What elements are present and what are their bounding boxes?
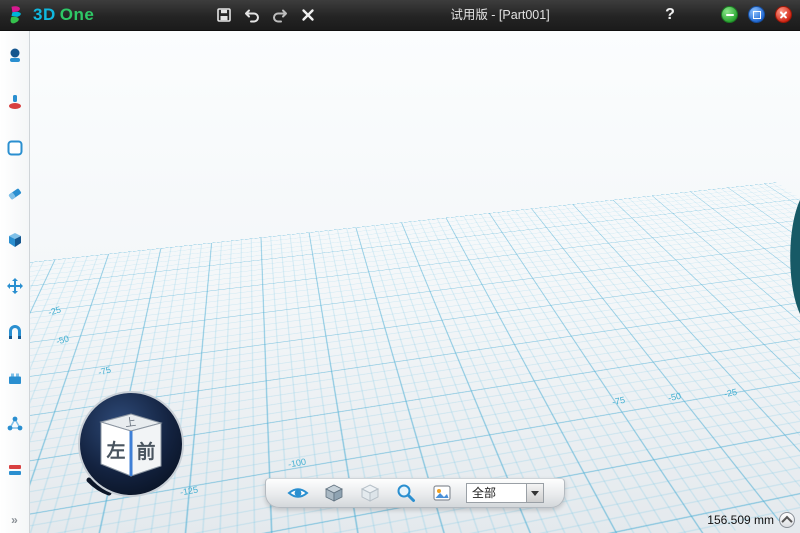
sidebar-item-primitives[interactable] <box>4 46 26 66</box>
wireframe-view-button[interactable] <box>358 481 382 505</box>
magnifier-icon <box>395 482 417 504</box>
maximize-button[interactable] <box>748 6 765 23</box>
brand-3d: 3D <box>33 5 56 24</box>
close-button[interactable] <box>775 6 792 23</box>
selection-filter-dropdown[interactable]: 全部 <box>466 483 544 503</box>
help-button[interactable]: ? <box>658 3 682 27</box>
material-icon <box>431 482 453 504</box>
sidebar-item-eraser[interactable] <box>4 184 26 204</box>
sidebar-item-move[interactable] <box>4 276 26 296</box>
view-toolbar: 全部 <box>265 478 565 508</box>
viewcube-label-front: 前 <box>136 440 155 463</box>
viewport-canvas[interactable]: -25-50-75-100-125-75-50-25 上 左 前 <box>30 30 800 533</box>
bend-tool-icon <box>5 322 25 342</box>
group-tool-icon <box>5 414 25 434</box>
window-controls <box>721 6 792 23</box>
move-tool-icon <box>5 276 25 296</box>
measure-tool-icon <box>5 460 25 480</box>
material-button[interactable] <box>430 481 454 505</box>
viewcube-label-left: 左 <box>106 439 125 462</box>
close-document-icon <box>299 6 317 24</box>
sidebar-item-assembly[interactable] <box>4 368 26 388</box>
minimize-icon <box>726 14 734 16</box>
brand-logo-icon <box>6 4 28 26</box>
stamp-tool-icon <box>5 92 25 112</box>
eye-icon <box>287 482 309 504</box>
sidebar-item-group[interactable] <box>4 414 26 434</box>
panel-handle-icon <box>786 198 800 316</box>
document-toolbar <box>212 3 320 27</box>
save-icon <box>215 6 233 24</box>
undo-button[interactable] <box>240 3 264 27</box>
eraser-tool-icon <box>5 184 25 204</box>
selection-filter-value: 全部 <box>467 484 526 502</box>
sidebar-item-measure[interactable] <box>4 460 26 480</box>
visibility-button[interactable] <box>286 481 310 505</box>
sketch-tool-icon <box>5 138 25 158</box>
minimize-button[interactable] <box>721 6 738 23</box>
brand-one: One <box>60 5 95 24</box>
undo-icon <box>243 6 261 24</box>
save-button[interactable] <box>212 3 236 27</box>
dropdown-arrow-button[interactable] <box>526 484 543 502</box>
sidebar-item-sketch[interactable] <box>4 138 26 158</box>
app-logo: 3DOne <box>0 4 94 26</box>
chevron-up-icon <box>781 516 792 527</box>
statusbar-expand-button[interactable] <box>779 512 795 528</box>
primitives-tool-icon <box>5 46 25 66</box>
sidebar-item-solid[interactable] <box>4 230 26 250</box>
sidebar-item-bend[interactable] <box>4 322 26 342</box>
sidebar-expand-button[interactable]: » <box>9 511 20 529</box>
assembly-tool-icon <box>5 368 25 388</box>
chevron-down-icon <box>531 491 539 496</box>
redo-icon <box>271 6 289 24</box>
sidebar-item-stamp[interactable] <box>4 92 26 112</box>
document-title: 试用版 - [Part001] <box>330 0 670 30</box>
redo-button[interactable] <box>268 3 292 27</box>
viewcube-label-top: 上 <box>124 415 137 429</box>
shaded-cube-icon <box>323 482 345 504</box>
view-cube[interactable]: 上 左 前 <box>75 388 187 505</box>
shaded-view-button[interactable] <box>322 481 346 505</box>
close-icon <box>779 10 788 19</box>
collapsed-panel-handle[interactable] <box>786 198 800 321</box>
titlebar: 3DOne 试用版 - [P <box>0 0 800 31</box>
measurement-readout: 156.509 mm <box>707 513 774 527</box>
wireframe-cube-icon <box>359 482 381 504</box>
tool-sidebar: » <box>0 30 30 533</box>
maximize-icon <box>753 11 761 19</box>
solid-cube-tool-icon <box>5 230 25 250</box>
zoom-button[interactable] <box>394 481 418 505</box>
close-document-button[interactable] <box>296 3 320 27</box>
brand-name: 3DOne <box>33 5 94 25</box>
